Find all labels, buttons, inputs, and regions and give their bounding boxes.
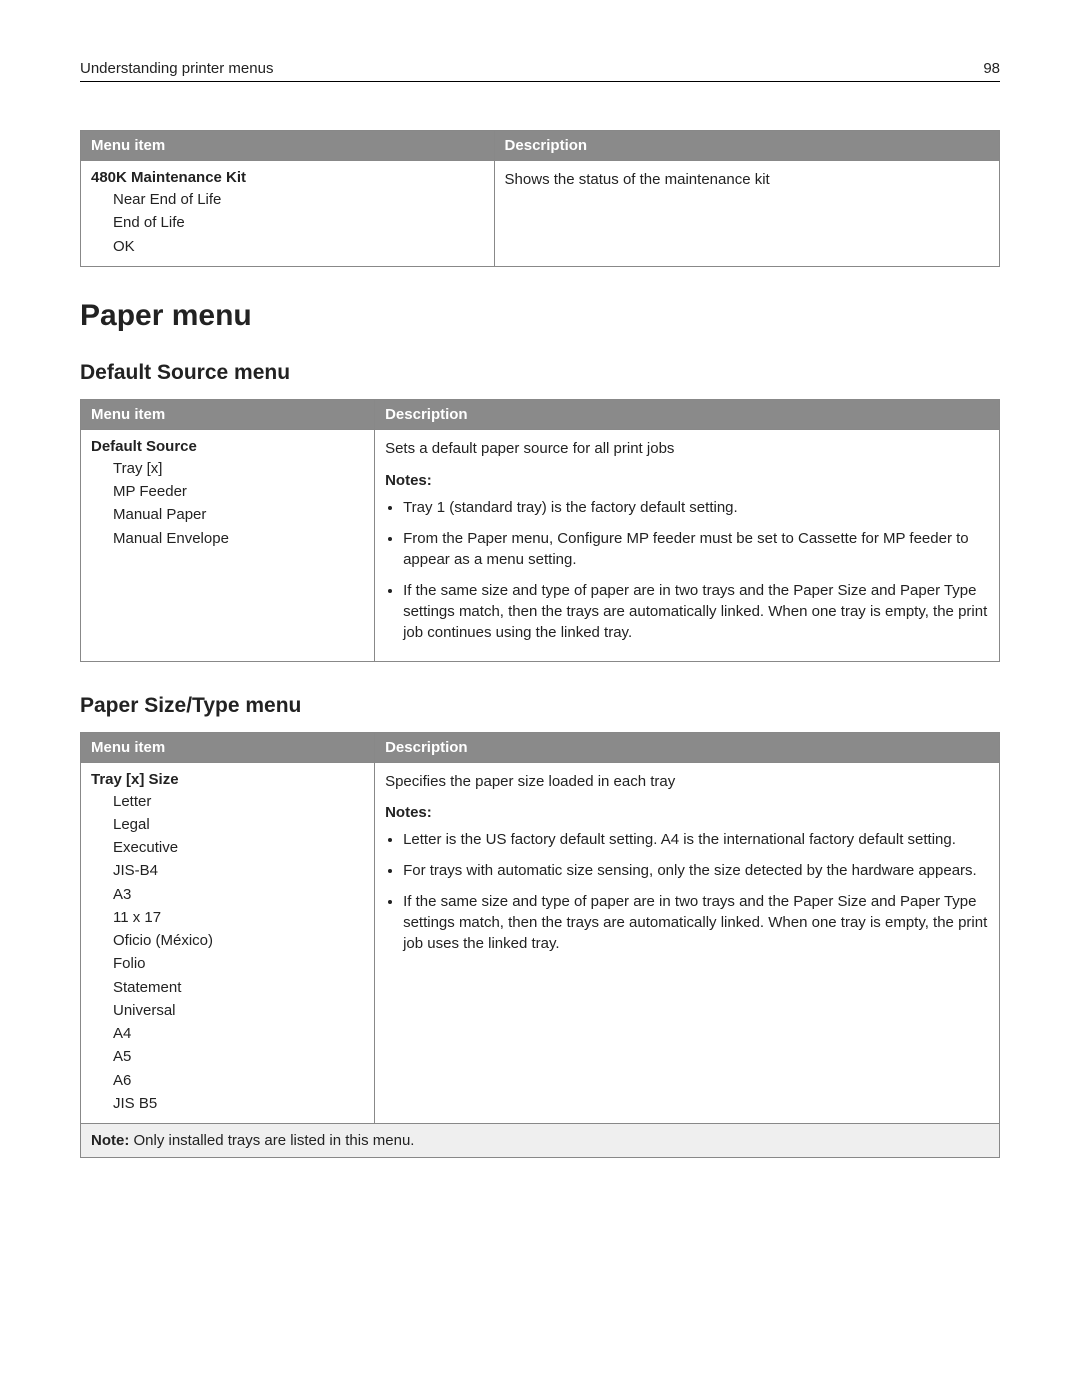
note-item: For trays with automatic size sensing, o… (403, 860, 989, 881)
menu-option: A5 (113, 1045, 364, 1068)
table-row: Default Source Tray [x] MP Feeder Manual… (81, 429, 1000, 661)
menu-item-title: Tray [x] Size (91, 771, 364, 788)
table-footer-note: Note: Only installed trays are listed in… (81, 1124, 1000, 1158)
menu-option: MP Feeder (113, 480, 364, 503)
table-header-description: Description (494, 131, 999, 161)
table-header-description: Description (375, 399, 1000, 429)
default-source-table: Menu item Description Default Source Tra… (80, 399, 1000, 662)
note-item: Letter is the US factory default setting… (403, 829, 989, 850)
menu-item-title: Default Source (91, 438, 364, 455)
notes-list: Tray 1 (standard tray) is the factory de… (403, 497, 989, 643)
notes-label: Notes: (385, 472, 989, 489)
table-header-description: Description (375, 732, 1000, 762)
menu-description: Sets a default paper source for all prin… (385, 438, 989, 460)
menu-option: Near End of Life (113, 188, 484, 211)
notes-list: Letter is the US factory default setting… (403, 829, 989, 954)
header-title: Understanding printer menus (80, 60, 273, 77)
menu-option: A4 (113, 1022, 364, 1045)
notes-label: Notes: (385, 804, 989, 821)
menu-option: JIS B5 (113, 1092, 364, 1115)
menu-option: Manual Paper (113, 503, 364, 526)
paper-size-type-table: Menu item Description Tray [x] Size Lett… (80, 732, 1000, 1159)
subsection-heading-default-source: Default Source menu (80, 361, 1000, 385)
table-header-menu-item: Menu item (81, 732, 375, 762)
note-item: From the Paper menu, Configure MP feeder… (403, 528, 989, 570)
menu-option: Statement (113, 976, 364, 999)
menu-option: Executive (113, 836, 364, 859)
section-heading-paper-menu: Paper menu (80, 299, 1000, 333)
menu-option: A3 (113, 883, 364, 906)
menu-option: Universal (113, 999, 364, 1022)
menu-option: End of Life (113, 211, 484, 234)
table-header-menu-item: Menu item (81, 131, 495, 161)
menu-option: JIS-B4 (113, 859, 364, 882)
note-item: Tray 1 (standard tray) is the factory de… (403, 497, 989, 518)
table-header-menu-item: Menu item (81, 399, 375, 429)
menu-option: Manual Envelope (113, 527, 364, 550)
page-header: Understanding printer menus 98 (80, 60, 1000, 82)
footer-note-text: Only installed trays are listed in this … (129, 1132, 414, 1149)
table-row: 480K Maintenance Kit Near End of Life En… (81, 161, 1000, 267)
table-row: Tray [x] Size Letter Legal Executive JIS… (81, 762, 1000, 1124)
note-item: If the same size and type of paper are i… (403, 891, 989, 954)
subsection-heading-paper-size-type: Paper Size/Type menu (80, 694, 1000, 718)
menu-option: Tray [x] (113, 457, 364, 480)
menu-option: A6 (113, 1069, 364, 1092)
menu-option: Oficio (México) (113, 929, 364, 952)
menu-option: Legal (113, 813, 364, 836)
menu-option: OK (113, 235, 484, 258)
menu-option: 11 x 17 (113, 906, 364, 929)
menu-option: Folio (113, 952, 364, 975)
footer-note-label: Note: (91, 1132, 129, 1149)
menu-description: Specifies the paper size loaded in each … (385, 771, 989, 793)
page-number: 98 (983, 60, 1000, 77)
menu-option: Letter (113, 790, 364, 813)
menu-item-title: 480K Maintenance Kit (91, 169, 484, 186)
note-item: If the same size and type of paper are i… (403, 580, 989, 643)
maintenance-kit-table: Menu item Description 480K Maintenance K… (80, 130, 1000, 267)
menu-description: Shows the status of the maintenance kit (494, 161, 999, 267)
